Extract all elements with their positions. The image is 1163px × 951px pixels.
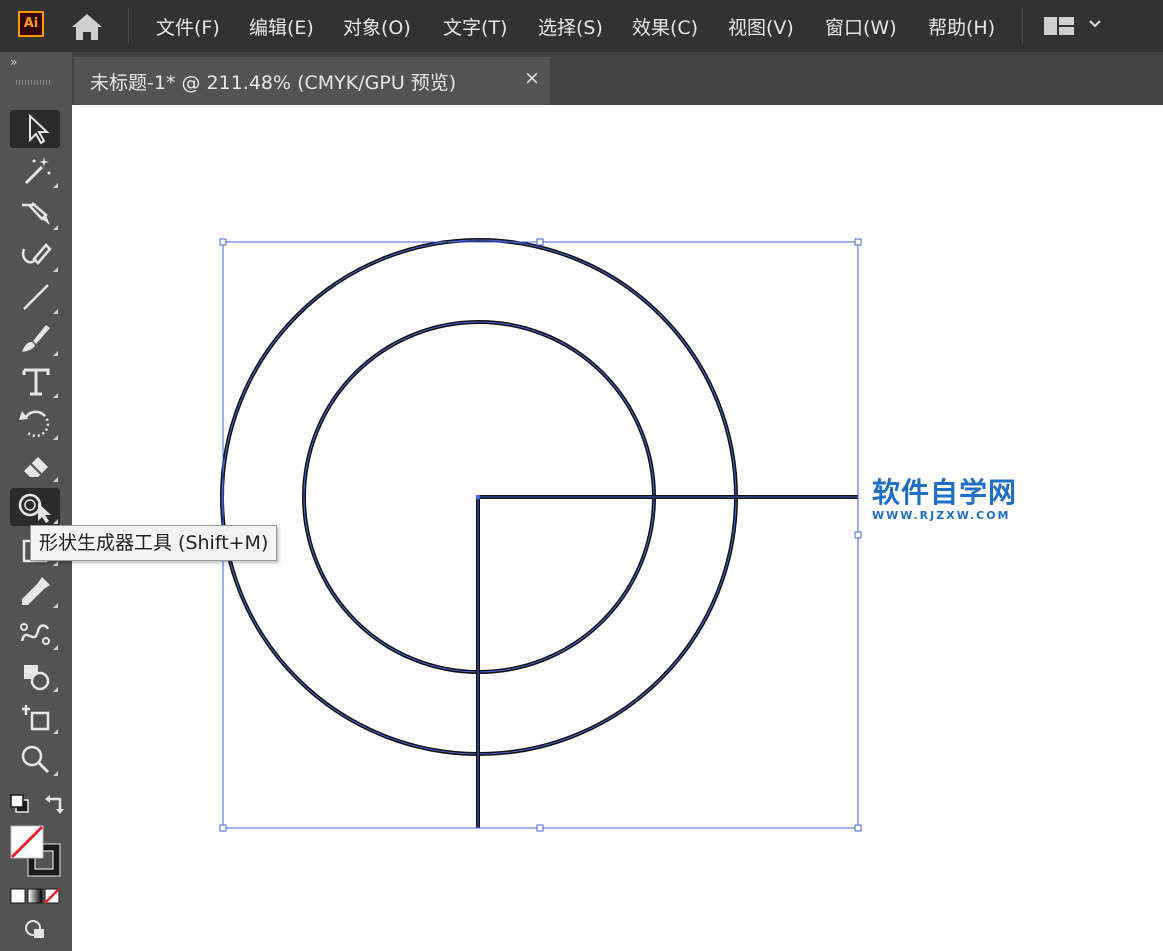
menu-file[interactable]: 文件(F) [156,13,220,40]
screen-mode-icon[interactable] [22,918,48,940]
bbox-handle[interactable] [854,824,862,832]
tool-tooltip: 形状生成器工具 (Shift+M) [30,525,278,561]
selection-tool[interactable] [10,110,60,148]
symbol-sprayer-icon [24,665,50,691]
shape-builder-tool[interactable] [10,488,60,526]
app-logo: Ai [18,11,44,37]
magic-wand-tool[interactable] [10,152,60,190]
menu-divider [1022,8,1023,44]
crop-icon [22,705,50,731]
arrow-icon [29,113,50,145]
default-fill-stroke-icon[interactable] [8,793,32,815]
curvature-pen-icon [21,243,52,265]
swap-fill-stroke-icon[interactable] [44,793,68,815]
curvature-tool[interactable] [10,236,60,274]
eraser-tool[interactable] [10,446,60,484]
eraser-icon [24,457,48,477]
line-segment-tool[interactable] [10,278,60,316]
menu-help[interactable]: 帮助(H) [928,13,995,40]
tools-panel: » [0,52,72,951]
menu-type[interactable]: 文字(T) [443,13,507,40]
home-icon[interactable] [70,12,104,42]
bbox-handle[interactable] [536,238,544,246]
anchor-point[interactable] [476,495,480,499]
bbox-handle[interactable] [536,824,544,832]
panel-grip[interactable] [16,80,52,85]
fill-swatch[interactable] [10,825,44,859]
eyedropper-icon [22,577,50,605]
watermark-title: 软件自学网 [872,476,1018,509]
bbox-handle[interactable] [219,238,227,246]
document-tab-title: 未标题-1* @ 211.48% (CMYK/GPU 预览) [90,72,457,94]
selection-bounding-box[interactable] [222,241,859,829]
menu-edit[interactable]: 编辑(E) [249,13,314,40]
pen-icon [22,202,50,225]
bbox-handle[interactable] [854,238,862,246]
menu-divider [128,8,129,44]
magic-wand-icon [24,157,51,185]
chevron-down-icon[interactable] [1088,17,1102,31]
menu-view[interactable]: 视图(V) [728,13,794,40]
bbox-handle[interactable] [219,824,227,832]
symbol-sprayer-tool[interactable] [10,656,60,694]
menu-object[interactable]: 对象(O) [343,13,411,40]
color-mode-icons[interactable] [10,887,62,905]
blend-icon [20,623,50,645]
line-icon [23,284,49,310]
type-icon [22,368,50,396]
rotate-icon [19,410,49,438]
blend-tool[interactable] [10,614,60,652]
close-icon[interactable]: × [524,67,540,89]
shape-builder-icon [18,493,51,523]
crop-tool[interactable] [10,698,60,736]
eyedropper-tool[interactable] [10,572,60,610]
menu-bar: Ai 文件(F) 编辑(E) 对象(O) 文字(T) 选择(S) 效果(C) 视… [0,0,1163,52]
document-tab[interactable]: 未标题-1* @ 211.48% (CMYK/GPU 预览) × [74,57,550,105]
pen-tool[interactable] [10,194,60,232]
watermark-url: WWW.RJZXW.COM [872,509,1011,522]
workspace-layout-icon[interactable] [1043,15,1075,37]
bbox-handle[interactable] [854,531,862,539]
brush-icon [22,325,50,352]
collapse-panel-icon[interactable]: » [10,55,17,69]
paintbrush-tool[interactable] [10,320,60,358]
zoom-icon [21,745,50,774]
watermark: 软件自学网 WWW.RJZXW.COM [872,476,1018,523]
menu-window[interactable]: 窗口(W) [825,13,897,40]
zoom-tool[interactable] [10,740,60,778]
menu-select[interactable]: 选择(S) [538,13,603,40]
type-tool[interactable] [10,362,60,400]
menu-effect[interactable]: 效果(C) [632,13,698,40]
rotate-tool[interactable] [10,404,60,442]
